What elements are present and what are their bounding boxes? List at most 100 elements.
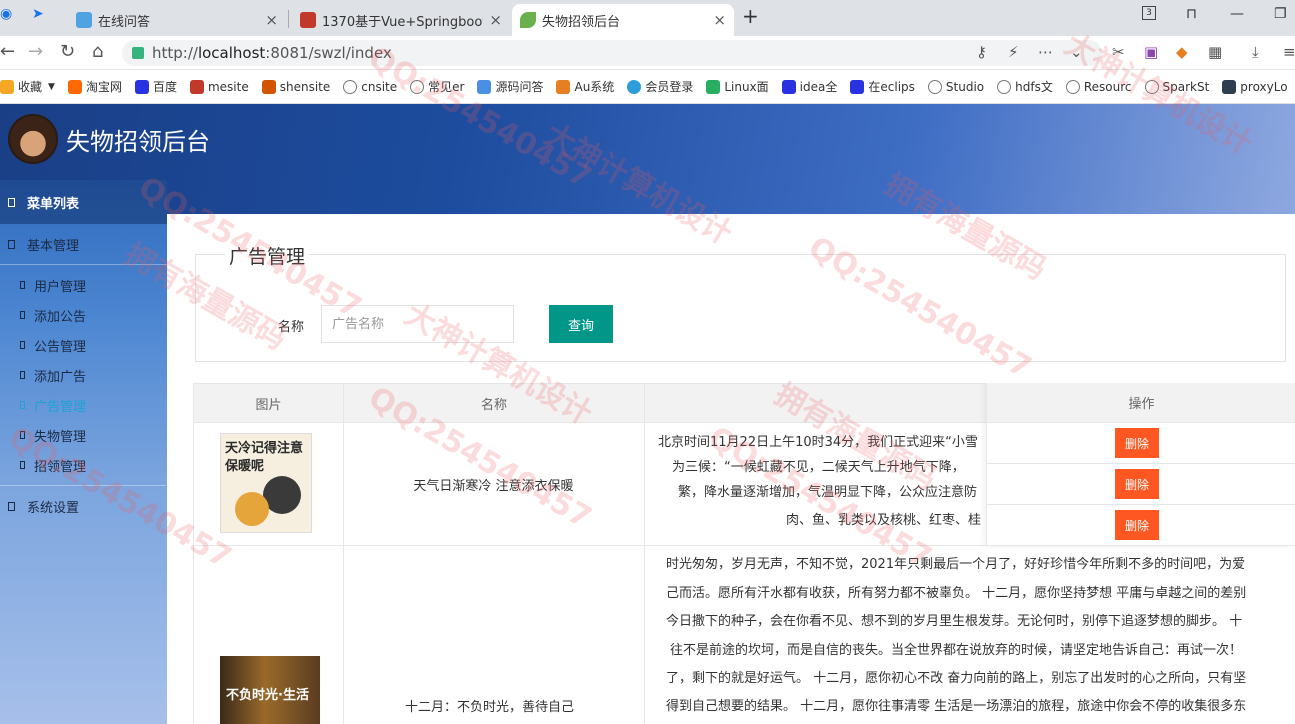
- forward-icon[interactable]: →: [28, 41, 43, 62]
- new-tab-button[interactable]: +: [742, 4, 759, 28]
- menu-square-icon: [20, 371, 25, 379]
- query-button[interactable]: 查询: [549, 305, 613, 343]
- tab-title: 在线问答: [98, 14, 151, 30]
- url-protocol: http://: [152, 44, 198, 62]
- bookmark-item[interactable]: proxyLo: [1222, 79, 1288, 94]
- tab-title: 1370基于Vue+Springboot高: [322, 14, 484, 30]
- shirt-icon[interactable]: ⊓: [1186, 6, 1197, 22]
- bookmark-item[interactable]: 源码问答: [477, 78, 543, 95]
- bookmark-item[interactable]: 会员登录: [627, 78, 693, 95]
- ad-content-line: 了，剩下的就是好运气。 十二月，愿你初心不改 奋力向前的路上，别忘了出发时的心之…: [666, 671, 1247, 686]
- tab-count-icon[interactable]: 3: [1142, 6, 1156, 20]
- bookmark-item[interactable]: Studio: [927, 79, 985, 94]
- sidebar-group-settings[interactable]: 系统设置: [0, 486, 167, 526]
- tab-search-icon[interactable]: ◉: [0, 6, 12, 22]
- download-icon[interactable]: ⤓: [1252, 43, 1259, 61]
- translate-icon[interactable]: ▣: [1144, 43, 1158, 61]
- sidebar-group-label: 系统设置: [27, 500, 80, 516]
- ad-content-line: 往不是前途的坎坷，而是自信的丧失。当全世界都在说放弃的时候，请坚定地告诉自己：再…: [670, 643, 1243, 658]
- bookmark-item[interactable]: Linux面: [706, 78, 769, 95]
- bookmark-item[interactable]: Resourc: [1065, 79, 1132, 94]
- baidu-paw-icon: [134, 79, 149, 94]
- tab-qa[interactable]: 在线问答 ×: [68, 4, 286, 36]
- globe-icon: [343, 79, 358, 94]
- menu-square-icon: [20, 431, 25, 439]
- tab-close-icon[interactable]: ×: [265, 11, 278, 29]
- tab-close-icon[interactable]: ×: [713, 11, 726, 29]
- sidebar-item-notices[interactable]: 公告管理: [0, 330, 167, 360]
- bookmark-label: 源码问答: [495, 80, 544, 94]
- bookmark-item[interactable]: 在eclips: [850, 78, 915, 95]
- globe-icon: [927, 79, 942, 94]
- delete-button[interactable]: 删除: [1115, 469, 1159, 499]
- back-icon[interactable]: ←: [0, 41, 15, 62]
- delete-button[interactable]: 删除: [1115, 510, 1159, 540]
- ad-name-search-input[interactable]: [321, 305, 514, 343]
- bookmark-item[interactable]: mesite: [189, 79, 249, 94]
- bookmark-item[interactable]: shensite: [261, 79, 330, 94]
- menu-icon[interactable]: ≡: [1283, 43, 1295, 61]
- ad-image-caption: 不负时光·生活: [226, 688, 309, 703]
- bookmark-item[interactable]: idea全: [781, 78, 837, 95]
- ad-name: 十二月：不负时光，善待自己: [405, 700, 575, 715]
- ad-image[interactable]: 天冷记得注意保暖呢: [220, 433, 312, 533]
- bookmark-item[interactable]: 百度: [134, 78, 177, 95]
- bookmark-item[interactable]: 淘宝网: [67, 78, 122, 95]
- delete-button[interactable]: 删除: [1115, 428, 1159, 458]
- ad-content-line: 得到自己想要的结果。 十二月，愿你往事清零 生活是一场漂泊的旅程，旅途中你会不停…: [666, 699, 1247, 714]
- baidu-paw-icon: [781, 79, 796, 94]
- shield-icon: [706, 79, 721, 94]
- tab-close-icon[interactable]: ×: [489, 11, 502, 29]
- bookmarks-bar: 收藏 ▼ 淘宝网 百度 mesite shensite cnsite 常见er 源…: [0, 70, 1295, 104]
- scissors-icon[interactable]: ✂: [1112, 43, 1125, 61]
- ad-image[interactable]: 不负时光·生活: [220, 656, 320, 724]
- bookmark-label: 淘宝网: [85, 80, 122, 94]
- restore-icon[interactable]: ❐: [1274, 6, 1287, 22]
- logo-avatar: [8, 114, 58, 164]
- telegram-icon[interactable]: ➤: [32, 6, 44, 22]
- bookmark-item[interactable]: SparkSt: [1144, 79, 1210, 94]
- bookmark-item[interactable]: hdfs文: [997, 78, 1053, 95]
- bookmark-label: Studio: [945, 79, 985, 94]
- search-label: 名称: [278, 320, 305, 335]
- sidebar-item-users[interactable]: 用户管理: [0, 270, 167, 300]
- tab-admin[interactable]: 失物招领后台 ×: [512, 4, 734, 36]
- home-icon[interactable]: ⌂: [92, 41, 103, 62]
- sidebar-item-lost[interactable]: 失物管理: [0, 420, 167, 450]
- bookmark-item[interactable]: cnsite: [343, 79, 397, 94]
- sidebar-item-add-notice[interactable]: 添加公告: [0, 300, 167, 330]
- menu-square-icon: [8, 197, 15, 207]
- bookmark-item[interactable]: 常见er: [410, 78, 464, 95]
- sidebar-item-label: 用户管理: [34, 279, 87, 295]
- chevron-down-icon[interactable]: ⌄: [1070, 43, 1083, 61]
- tab-source[interactable]: 1370基于Vue+Springboot高 ×: [292, 4, 510, 36]
- reload-icon[interactable]: ↻: [60, 41, 75, 62]
- bookmark-item[interactable]: 收藏 ▼: [0, 78, 55, 95]
- tab-divider: [288, 10, 289, 28]
- bookmark-label: proxyLo: [1240, 79, 1288, 94]
- tab-favicon-icon: [76, 12, 92, 28]
- bookmark-item[interactable]: Au系统: [556, 78, 614, 95]
- sidebar-item-add-ad[interactable]: 添加广告: [0, 360, 167, 390]
- bookmark-label: SparkSt: [1162, 79, 1210, 94]
- operation-column: 操作 删除 删除 删除: [986, 383, 1295, 546]
- address-bar: ← → ↻ ⌂ http://localhost:8081/swzl/index…: [0, 36, 1295, 70]
- bookmark-label: hdfs文: [1015, 80, 1053, 94]
- minimize-icon[interactable]: —: [1230, 6, 1244, 22]
- game-icon[interactable]: ◆: [1176, 43, 1188, 61]
- key-icon[interactable]: ⚷: [976, 43, 987, 61]
- tab-title: 失物招领后台: [542, 14, 621, 30]
- url-field[interactable]: http://localhost:8081/swzl/index: [122, 40, 1102, 66]
- url-path: :8081/swzl/index: [265, 44, 392, 62]
- bookmark-label: Linux面: [724, 80, 769, 94]
- menu-square-icon: [20, 341, 25, 349]
- sidebar-header: 菜单列表: [0, 180, 167, 224]
- globe-icon: [410, 79, 425, 94]
- sidebar-item-found[interactable]: 招领管理: [0, 450, 167, 480]
- sidebar-group-basic[interactable]: 基本管理: [0, 224, 167, 264]
- sidebar-item-ads[interactable]: 广告管理: [0, 390, 167, 420]
- main-content: 广告管理 名称 查询 图片 名称 内容 天冷记得注意保暖呢 天气日渐寒冷 注意添…: [167, 214, 1295, 724]
- lightning-icon[interactable]: ⚡: [1008, 43, 1019, 61]
- more-icon[interactable]: ⋯: [1038, 43, 1053, 61]
- apps-grid-icon[interactable]: ▦: [1208, 43, 1222, 61]
